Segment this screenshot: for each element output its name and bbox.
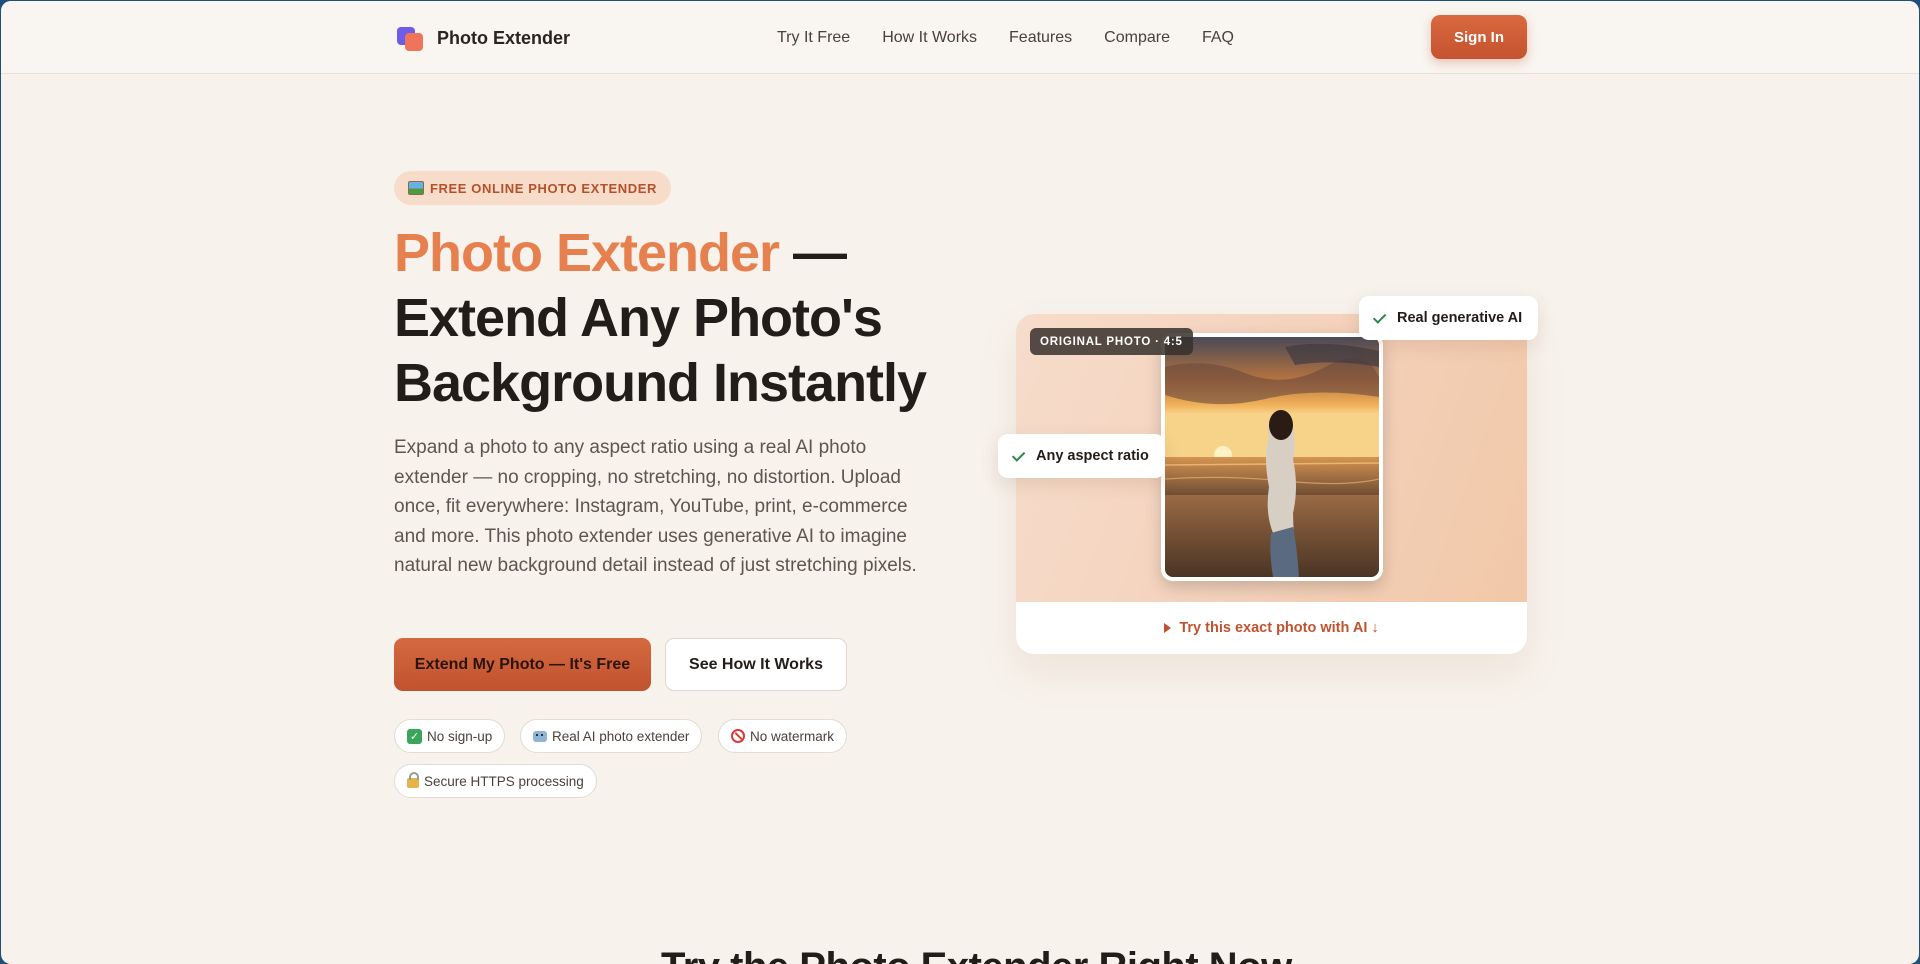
beach-sunset-image: [1165, 337, 1379, 577]
framed-picture-icon: [408, 181, 424, 195]
try-this-photo-link[interactable]: Try this exact photo with AI ↓: [1016, 602, 1527, 654]
nav-how-it-works[interactable]: How It Works: [882, 29, 977, 47]
hero-title-accent: Photo Extender: [394, 223, 780, 283]
eyebrow-badge: FREE ONLINE PHOTO EXTENDER: [394, 171, 671, 205]
check-icon: [1372, 309, 1387, 324]
see-how-it-works-button[interactable]: See How It Works: [665, 638, 847, 691]
prohibited-icon: [731, 729, 745, 743]
nav-compare[interactable]: Compare: [1104, 29, 1170, 47]
any-aspect-ratio-pill: Any aspect ratio: [998, 434, 1165, 478]
page: Photo Extender Try It Free How It Works …: [1, 1, 1919, 964]
chip-label: No watermark: [750, 728, 835, 744]
site-header: Photo Extender Try It Free How It Works …: [1, 1, 1919, 74]
real-generative-ai-pill: Real generative AI: [1359, 296, 1539, 340]
robot-icon: [533, 730, 547, 742]
brand-logo[interactable]: Photo Extender: [395, 25, 570, 51]
checkmark-icon: ✓: [407, 728, 422, 744]
original-photo: [1161, 333, 1383, 581]
try-this-photo-label: Try this exact photo with AI ↓: [1179, 620, 1379, 636]
chip-label: Real AI photo extender: [552, 728, 690, 744]
nav-features[interactable]: Features: [1009, 29, 1072, 47]
chip-secure-https: Secure HTTPS processing: [394, 764, 597, 798]
main-nav: Try It Free How It Works Features Compar…: [777, 29, 1234, 47]
chip-no-signup: ✓ No sign-up: [394, 719, 506, 753]
chip-real-ai: Real AI photo extender: [520, 719, 703, 753]
real-generative-ai-label: Real generative AI: [1397, 310, 1523, 326]
hero-description: Expand a photo to any aspect ratio using…: [394, 437, 917, 576]
next-section-title: Try the Photo Extender Right Now: [661, 945, 1292, 964]
eyebrow-text: FREE ONLINE PHOTO EXTENDER: [430, 180, 657, 196]
chip-label: Secure HTTPS processing: [424, 773, 584, 789]
play-icon: [1164, 623, 1172, 633]
logo-icon: [395, 25, 425, 51]
nav-try-it-free[interactable]: Try It Free: [777, 29, 850, 47]
chip-label: No sign-up: [427, 728, 493, 744]
brand-name: Photo Extender: [437, 27, 571, 48]
extend-photo-button[interactable]: Extend My Photo — It's Free: [394, 638, 651, 691]
check-icon: [1011, 447, 1026, 462]
sign-in-button[interactable]: Sign In: [1431, 15, 1527, 59]
any-aspect-ratio-label: Any aspect ratio: [1036, 448, 1149, 464]
nav-faq[interactable]: FAQ: [1202, 29, 1234, 47]
original-photo-badge: ORIGINAL PHOTO · 4:5: [1030, 328, 1193, 355]
hero-title: Photo Extender — Extend Any Photo's Back…: [394, 221, 954, 416]
chip-no-watermark: No watermark: [718, 719, 848, 753]
lock-icon: [407, 772, 419, 788]
